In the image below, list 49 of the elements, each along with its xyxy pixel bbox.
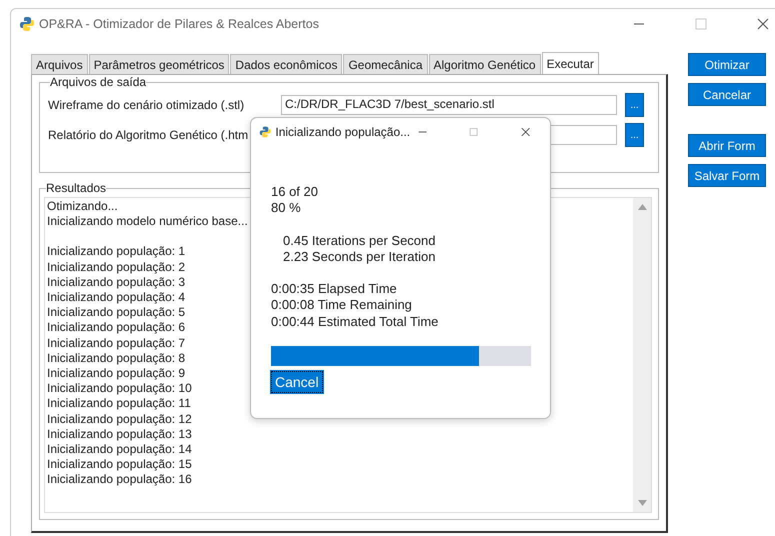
log-line: Inicializando população: 5	[47, 305, 186, 320]
log-line: Inicializando população: 12	[47, 412, 192, 426]
log-line: Inicializando população: 1	[47, 244, 186, 258]
log-line: Inicializando população: 13	[47, 426, 192, 441]
window-title: OP&RA - Otimizador de Pilares & Realces Abertos	[39, 17, 319, 31]
progress-stat: 0:00:44 Estimated Total Time	[271, 314, 438, 329]
action-button[interactable]: Otimizar	[688, 53, 766, 76]
tab[interactable]: Arquivos	[31, 54, 88, 74]
group-title: Resultados	[46, 181, 106, 195]
log-line: Inicializando população: 9	[47, 366, 186, 380]
log-line: Inicializando população: 6	[47, 320, 186, 334]
log-line: Inicializando população: 8	[47, 350, 186, 365]
tab[interactable]: Dados econômicos	[230, 54, 342, 74]
log-line: Inicializando modelo numérico base...	[47, 214, 248, 228]
field-label: Wireframe do cenário otimizado (.stl)	[48, 98, 244, 112]
field-label: Relatório do Algoritmo Genético (.htm	[48, 128, 248, 142]
group-title: Arquivos de saída	[50, 75, 146, 89]
log-line: Inicializando população: 3	[47, 274, 186, 289]
cancel-button[interactable]: Cancel	[271, 371, 323, 394]
action-button[interactable]: Cancelar	[688, 83, 766, 106]
progress-stat: 0.45 Iterations per Second	[283, 232, 436, 248]
close-icon[interactable]	[757, 18, 769, 30]
browse-button[interactable]: ...	[625, 93, 644, 117]
tab[interactable]: Parâmetros geométricos	[88, 54, 230, 74]
progress-stat: 0:00:35 Elapsed Time	[271, 281, 397, 296]
close-icon[interactable]	[520, 126, 530, 138]
action-button[interactable]: Salvar Form	[688, 164, 766, 187]
tab[interactable]: Algoritmo Genético	[428, 54, 541, 74]
progress-stat: 80 %	[271, 200, 301, 216]
log-line: Inicializando população: 15	[47, 457, 192, 472]
progress-stat: 2.23 Seconds per Iteration	[283, 248, 436, 264]
tab[interactable]: Geomecânica	[343, 54, 428, 74]
progress-stat: 0:00:08 Time Remaining	[271, 297, 412, 312]
log-line: Inicializando população: 7	[47, 336, 186, 350]
browse-button[interactable]: ...	[625, 123, 644, 147]
tab[interactable]: Executar	[542, 52, 599, 74]
path-field[interactable]: C:/DR/DR_FLAC3D 7/best_scenario.stl	[281, 95, 617, 115]
dialog-title: Inicializando população...	[275, 125, 410, 139]
log-line: Inicializando população: 10	[47, 381, 192, 396]
log-line: Inicializando população: 14	[47, 442, 192, 456]
log-line: Otimizando...	[47, 199, 118, 213]
progress-stat: 16 of 20	[271, 184, 318, 199]
log-line: Inicializando população: 11	[47, 396, 191, 410]
log-line: Inicializando população: 16	[47, 472, 192, 486]
python-logo-icon	[259, 124, 272, 140]
log-line: Inicializando população: 4	[47, 290, 186, 304]
python-logo-icon	[19, 16, 35, 32]
log-line: Inicializando população: 2	[47, 260, 186, 274]
action-button[interactable]: Abrir Form	[688, 134, 766, 157]
